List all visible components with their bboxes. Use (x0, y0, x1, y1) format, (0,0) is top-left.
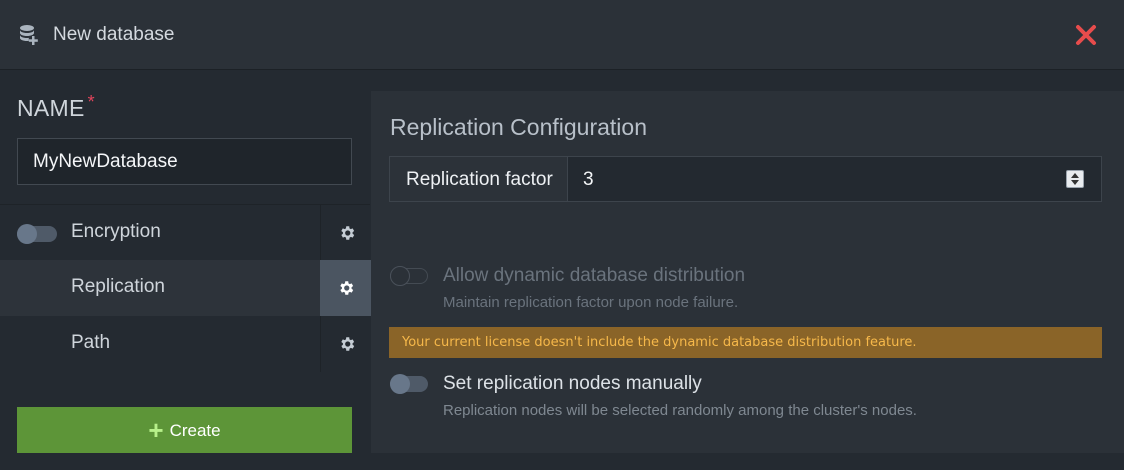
manual-nodes-description: Replication nodes will be selected rando… (443, 402, 917, 419)
manual-nodes-toggle[interactable] (390, 374, 428, 394)
replication-factor-value[interactable]: 3 (583, 169, 594, 191)
encryption-settings-button[interactable] (320, 205, 371, 261)
section-path[interactable]: Path (0, 316, 370, 372)
plus-icon: + (148, 414, 164, 445)
config-title: Replication Configuration (390, 114, 647, 140)
dialog-title: New database (53, 24, 175, 45)
create-button[interactable]: + Create (17, 407, 352, 453)
left-panel: NAME* Encryption Replication Path +Creat… (0, 71, 371, 470)
replication-factor-field[interactable]: Replication factor 3 (389, 156, 1102, 202)
encryption-toggle[interactable] (17, 224, 57, 244)
section-replication[interactable]: Replication (0, 260, 371, 316)
database-plus-icon (20, 25, 38, 45)
section-label-replication: Replication (71, 276, 165, 297)
required-mark: * (87, 92, 95, 112)
gear-icon (340, 281, 354, 295)
section-encryption[interactable]: Encryption (0, 204, 370, 261)
section-label-encryption: Encryption (71, 221, 161, 242)
stepper-up-icon[interactable] (1071, 173, 1079, 178)
database-name-input[interactable] (17, 138, 352, 185)
gear-icon (341, 226, 355, 240)
stepper-down-icon[interactable] (1071, 180, 1079, 185)
license-warning: Your current license doesn't include the… (389, 327, 1102, 358)
section-label-path: Path (71, 332, 111, 353)
create-button-label: Create (169, 420, 221, 440)
close-icon[interactable] (1074, 23, 1098, 47)
replication-factor-stepper[interactable] (1066, 170, 1084, 188)
replication-factor-label: Replication factor (406, 169, 553, 190)
dialog-header: New database (0, 0, 1124, 70)
gear-icon (341, 337, 355, 351)
replication-settings-button[interactable] (320, 260, 371, 316)
path-settings-button[interactable] (320, 316, 371, 372)
dynamic-distribution-description: Maintain replication factor upon node fa… (443, 294, 739, 311)
dynamic-distribution-label: Allow dynamic database distribution (443, 265, 746, 286)
replication-configuration-panel: Replication Configuration Replication fa… (371, 91, 1124, 453)
manual-nodes-label: Set replication nodes manually (443, 373, 702, 394)
name-label: NAME * (17, 92, 95, 121)
dynamic-distribution-toggle (390, 266, 428, 286)
replication-factor-label-cell: Replication factor (390, 157, 568, 201)
